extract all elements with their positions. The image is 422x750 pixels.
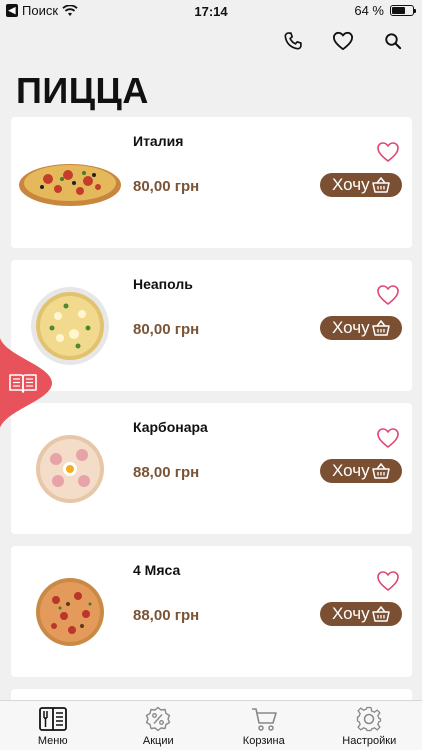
product-price: 88,00 грн: [133, 607, 200, 624]
heart-outline-icon[interactable]: [376, 284, 400, 306]
product-card[interactable]: Карбонара 88,00 грн Хочу: [11, 403, 412, 534]
product-price: 80,00 грн: [133, 321, 200, 338]
nav-label: Корзина: [242, 735, 285, 747]
basket-icon: [371, 606, 390, 622]
pizza-image: [17, 572, 123, 652]
want-button-label: Хочу: [332, 461, 370, 480]
product-name: Италия: [133, 133, 184, 149]
page-title: ПИЦЦА: [16, 70, 149, 111]
battery-level: [392, 7, 405, 14]
pizza-image: [17, 143, 123, 223]
discount-badge-icon: [143, 705, 173, 733]
want-button-label: Хочу: [332, 318, 370, 337]
nav-item-cart[interactable]: Корзина: [211, 701, 317, 750]
menu-book-icon: [38, 705, 68, 733]
heart-outline-icon[interactable]: [376, 427, 400, 449]
menu-book-tab[interactable]: [0, 338, 52, 428]
battery-percent: 64 %: [354, 3, 384, 18]
product-price: 88,00 грн: [133, 464, 200, 481]
status-bar: ◀ Поиск 17:14 64 %: [0, 0, 422, 22]
want-button-label: Хочу: [332, 175, 370, 194]
nav-item-menu[interactable]: Меню: [0, 701, 106, 750]
product-name: Неаполь: [133, 276, 193, 292]
nav-label: Меню: [37, 735, 68, 747]
bottom-nav: Меню Акции Корзина Настройки: [0, 700, 422, 750]
nav-label: Настройки: [342, 735, 397, 747]
product-price: 80,00 грн: [133, 178, 200, 195]
favorites-heart-icon[interactable]: [332, 30, 354, 52]
product-list: Италия 80,00 грн Хочу Неаполь 80,00 грн …: [11, 117, 412, 709]
want-button[interactable]: Хочу: [320, 316, 402, 340]
gear-icon: [354, 705, 384, 733]
want-button-label: Хочу: [332, 604, 370, 623]
nav-item-settings[interactable]: Настройки: [317, 701, 422, 750]
heart-outline-icon[interactable]: [376, 141, 400, 163]
search-icon[interactable]: [382, 30, 404, 52]
basket-icon: [371, 177, 390, 193]
product-card[interactable]: 4 Мяса 88,00 грн Хочу: [11, 546, 412, 677]
product-name: Карбонара: [133, 419, 208, 435]
want-button[interactable]: Хочу: [320, 602, 402, 626]
battery-icon: [390, 5, 416, 16]
heart-outline-icon[interactable]: [376, 570, 400, 592]
nav-label: Акции: [142, 735, 174, 747]
product-card[interactable]: Италия 80,00 грн Хочу: [11, 117, 412, 248]
want-button[interactable]: Хочу: [320, 459, 402, 483]
nav-item-promos[interactable]: Акции: [106, 701, 212, 750]
want-button[interactable]: Хочу: [320, 173, 402, 197]
basket-icon: [371, 320, 390, 336]
product-name: 4 Мяса: [133, 562, 181, 578]
cart-icon: [249, 705, 279, 733]
basket-icon: [371, 463, 390, 479]
phone-icon[interactable]: [282, 30, 304, 52]
product-card[interactable]: Неаполь 80,00 грн Хочу: [11, 260, 412, 391]
pizza-image: [17, 429, 123, 509]
